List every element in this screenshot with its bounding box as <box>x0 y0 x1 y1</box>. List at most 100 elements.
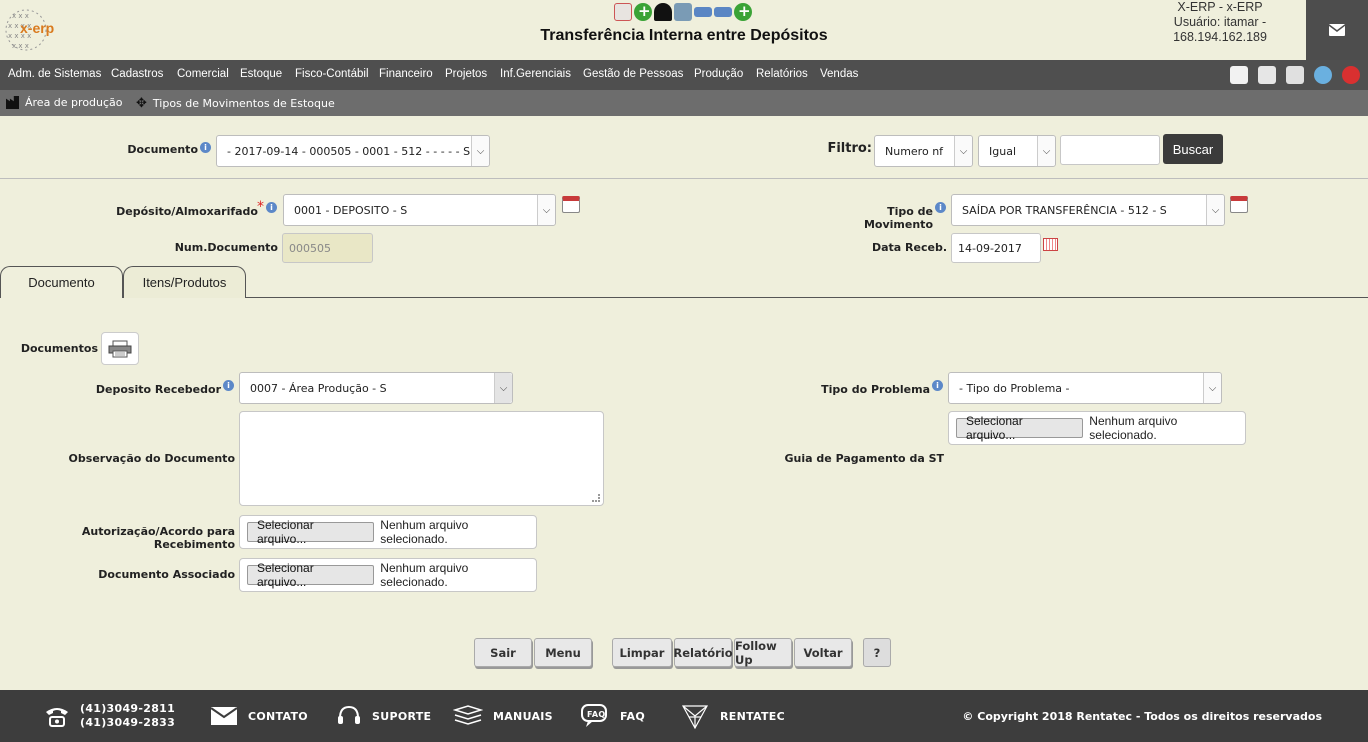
deposito-label: Depósito/Almoxarifado <box>116 205 258 218</box>
menu-relatorios[interactable]: Relatórios <box>756 68 808 80</box>
faq-label: FAQ <box>620 709 646 723</box>
autorizacao-file-status: Nenhum arquivo selecionado. <box>380 518 469 546</box>
num-documento-label: Num.Documento <box>174 241 278 254</box>
print-button[interactable] <box>101 332 139 365</box>
footer-contato[interactable]: CONTATO <box>210 690 308 742</box>
menu-button[interactable]: Menu <box>534 638 592 667</box>
documento-select[interactable]: - 2017-09-14 - 000505 - 0001 - 512 - - -… <box>216 135 490 167</box>
info-icon[interactable]: i <box>932 380 943 391</box>
breadcrumb-tipos-movimentos[interactable]: ✥ Tipos de Movimentos de Estoque <box>136 96 335 111</box>
documento-associado-file-button[interactable]: Selecionar arquivo... <box>247 561 375 589</box>
presentation-icon[interactable] <box>614 3 632 21</box>
devices-icon[interactable] <box>674 3 692 21</box>
filtro-label: Filtro: <box>827 141 872 156</box>
card-icon[interactable] <box>694 7 712 17</box>
autorizacao-label: Autorização/Acordo para Recebimento <box>81 525 235 551</box>
phone-2[interactable]: (41)3049-2833 <box>80 716 175 730</box>
calendar-icon[interactable] <box>562 196 580 213</box>
voltar-button[interactable]: Voltar <box>794 638 852 667</box>
printer-icon <box>108 340 132 357</box>
rentatec-label: RENTATEC <box>720 709 785 723</box>
filtro-value-input[interactable] <box>1060 135 1160 165</box>
guia-file-button[interactable]: Selecionar arquivo... <box>956 414 1084 442</box>
menu-producao[interactable]: Produção <box>694 68 743 80</box>
manuais-label: MANUAIS <box>493 709 553 723</box>
calendar-icon[interactable] <box>1230 196 1248 213</box>
users-icon[interactable] <box>654 3 672 21</box>
user-name: Usuário: itamar - <box>1173 15 1267 29</box>
menu-financeiro[interactable]: Financeiro <box>379 68 433 80</box>
main-menu: Adm. de Sistemas Cadastros Comercial Est… <box>0 60 1368 90</box>
card-icon[interactable] <box>714 7 732 17</box>
filtro-field-value: Numero nf <box>885 144 944 158</box>
info-icon[interactable]: i <box>223 380 234 391</box>
documentos-label: Documentos <box>20 342 98 355</box>
follow-up-button[interactable]: Follow Up <box>734 638 792 667</box>
tipo-problema-select[interactable]: - Tipo do Problema - ⌵ <box>948 372 1222 404</box>
tab-documento[interactable]: Documento <box>0 266 123 298</box>
home-icon[interactable] <box>1230 66 1248 84</box>
footer-manuais[interactable]: MANUAIS <box>453 690 553 742</box>
limpar-button[interactable]: Limpar <box>612 638 672 667</box>
autorizacao-file-button[interactable]: Selecionar arquivo... <box>247 518 375 546</box>
deposito-select[interactable]: 0001 - DEPOSITO - S ⌵ <box>283 194 556 226</box>
filtro-op-select[interactable]: Igual ⌵ <box>978 135 1056 167</box>
required-marker: * <box>257 199 264 215</box>
data-receb-field[interactable]: 14-09-2017 <box>951 233 1041 263</box>
breadcrumb-producao[interactable]: Área de produção <box>6 96 123 109</box>
menu-inf-gerenciais[interactable]: Inf.Gerenciais <box>500 68 571 80</box>
menu-cadastros[interactable]: Cadastros <box>111 68 163 80</box>
filtro-field-select[interactable]: Numero nf ⌵ <box>874 135 973 167</box>
deposito-recebedor-value: 0007 - Área Produção - S <box>250 381 387 395</box>
tab-itens-produtos[interactable]: Itens/Produtos <box>123 266 246 298</box>
breadcrumb-tipos-label: Tipos de Movimentos de Estoque <box>152 97 335 110</box>
documento-label: Documento <box>127 143 198 156</box>
chevron-down-icon: ⌵ <box>471 136 489 166</box>
list-icon[interactable] <box>1286 66 1304 84</box>
menu-comercial[interactable]: Comercial <box>177 68 229 80</box>
relatorio-button[interactable]: Relatório <box>673 638 733 667</box>
tipo-problema-value: - Tipo do Problema - <box>959 381 1070 395</box>
info-icon[interactable]: i <box>266 202 277 213</box>
deposito-recebedor-select[interactable]: 0007 - Área Produção - S ⌵ <box>239 372 513 404</box>
footer: (41)3049-2811 (41)3049-2833 CONTATO SUPO… <box>0 690 1368 742</box>
tipo-movimento-select[interactable]: SAÍDA POR TRANSFERÊNCIA - 512 - S ⌵ <box>951 194 1225 226</box>
tipo-movimento-label: Tipo de Movimento <box>863 205 933 231</box>
menu-fisco-contabil[interactable]: Fisco-Contábil <box>295 68 369 80</box>
buscar-button[interactable]: Buscar <box>1163 134 1223 164</box>
world-icon[interactable] <box>1314 66 1332 84</box>
calendar-icon[interactable] <box>1043 238 1058 251</box>
breadcrumb-producao-label: Área de produção <box>25 96 123 109</box>
quick-icons: + + <box>614 2 752 23</box>
info-icon[interactable]: i <box>200 142 211 153</box>
sair-button[interactable]: Sair <box>474 638 532 667</box>
deposito-recebedor-label: Deposito Recebedor <box>95 383 221 396</box>
footer-faq[interactable]: FAQ FAQ <box>580 690 645 742</box>
filtro-op-value: Igual <box>989 144 1016 158</box>
suporte-label: SUPORTE <box>372 709 432 723</box>
menu-gestao-pessoas[interactable]: Gestão de Pessoas <box>583 68 683 80</box>
menu-estoque[interactable]: Estoque <box>240 68 282 80</box>
phone-1[interactable]: (41)3049-2811 <box>80 702 175 716</box>
menu-vendas[interactable]: Vendas <box>820 68 858 80</box>
power-icon[interactable] <box>1342 66 1360 84</box>
add-icon[interactable]: + <box>634 2 652 21</box>
move-icon: ✥ <box>136 96 147 111</box>
help-button[interactable]: ? <box>863 638 891 667</box>
footer-suporte[interactable]: SUPORTE <box>336 690 431 742</box>
autorizacao-file-input[interactable]: Selecionar arquivo... Nenhum arquivo sel… <box>239 515 537 549</box>
documento-select-value: - 2017-09-14 - 000505 - 0001 - 512 - - -… <box>227 144 471 158</box>
add-icon[interactable]: + <box>734 2 752 21</box>
info-icon[interactable]: i <box>935 202 946 213</box>
observacao-textarea[interactable] <box>239 411 604 506</box>
mail-button[interactable] <box>1306 0 1368 60</box>
network-icon <box>681 705 709 730</box>
documento-associado-file-input[interactable]: Selecionar arquivo... Nenhum arquivo sel… <box>239 558 537 592</box>
document-icon[interactable] <box>1258 66 1276 84</box>
menu-adm-sistemas[interactable]: Adm. de Sistemas <box>8 68 101 80</box>
resize-handle[interactable] <box>592 494 600 502</box>
menu-projetos[interactable]: Projetos <box>445 68 487 80</box>
guia-file-input[interactable]: Selecionar arquivo... Nenhum arquivo sel… <box>948 411 1246 445</box>
footer-rentatec[interactable]: RENTATEC <box>680 690 785 742</box>
svg-text:x x x: x x x <box>12 12 29 20</box>
